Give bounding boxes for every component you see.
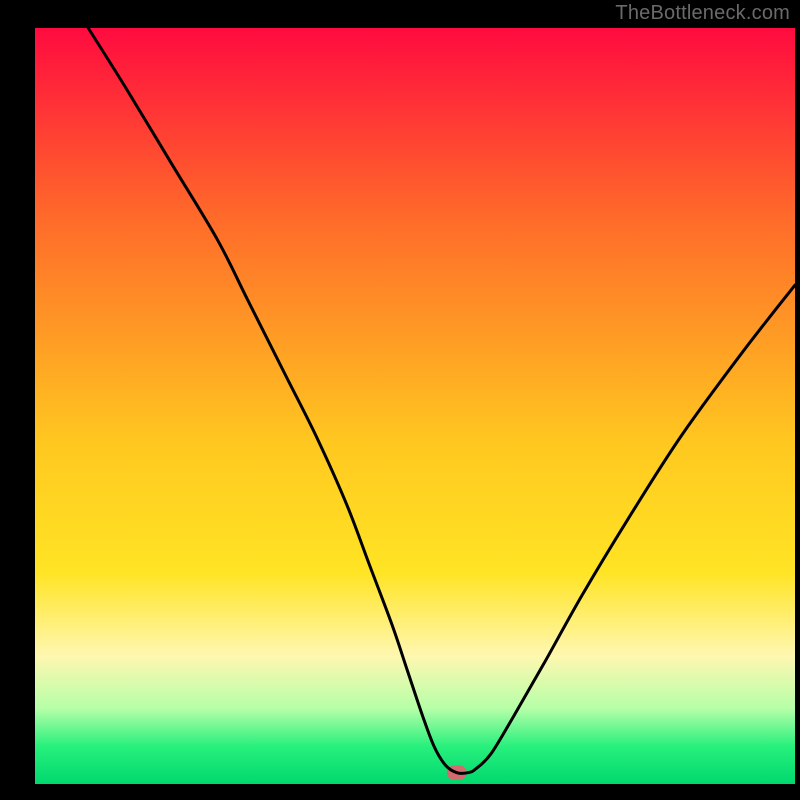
- watermark-label: TheBottleneck.com: [615, 2, 790, 25]
- chart-svg: [35, 28, 795, 784]
- gradient-background: [35, 28, 795, 784]
- chart-frame: TheBottleneck.com: [0, 0, 800, 800]
- plot-area: [35, 28, 795, 784]
